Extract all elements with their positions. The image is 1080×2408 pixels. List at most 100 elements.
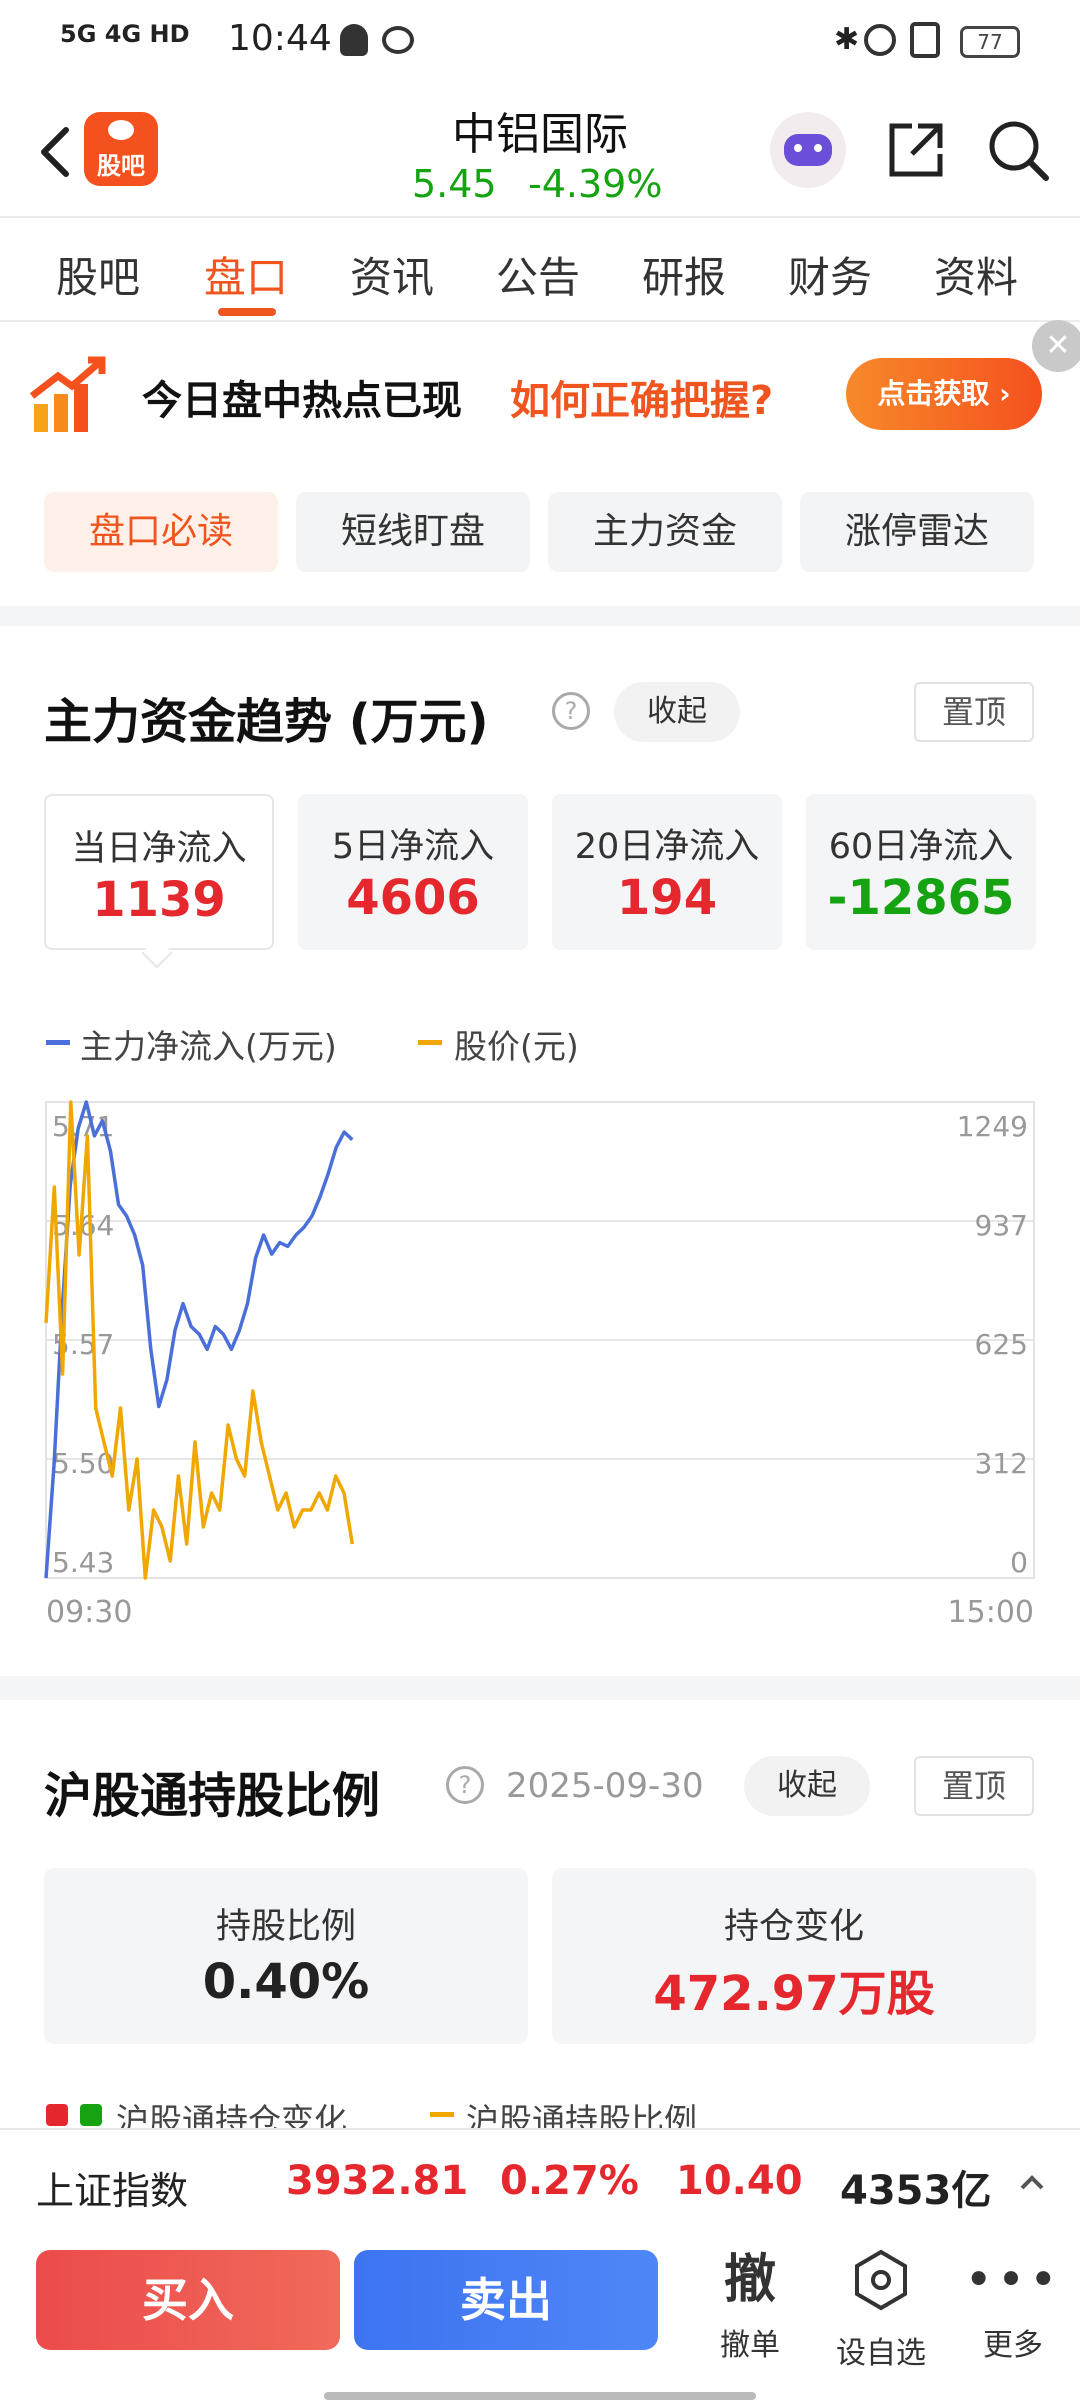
watchlist-hexagon-icon xyxy=(855,2249,907,2311)
capital-trend-title: 主力资金趋势 (万元) xyxy=(44,694,489,750)
legend-inflow-label: 主力净流入(万元) xyxy=(80,1027,337,1066)
right-axis-tick: 937 xyxy=(975,1209,1028,1242)
search-button[interactable] xyxy=(986,118,1050,182)
battery-icon: 77 xyxy=(960,26,1020,58)
help-icon[interactable]: ? xyxy=(552,692,590,730)
hsgt-legend-ratio-swatch xyxy=(430,2112,454,2117)
logo-bubble-icon xyxy=(108,120,134,140)
robot-eye-right xyxy=(814,144,822,152)
left-axis-tick: 5.43 xyxy=(52,1546,114,1579)
stock-price: 5.45 xyxy=(412,162,497,206)
hsgt-collapse-button[interactable]: 收起 xyxy=(744,1756,870,1816)
trade-bar: 买入 卖出 撤 撤单 设自选 ••• 更多 xyxy=(0,2232,1080,2408)
holding-ratio-box: 持股比例 0.40% xyxy=(44,1868,528,2044)
active-tab-indicator xyxy=(218,308,276,316)
legend-green-swatch xyxy=(80,2104,102,2126)
stock-header: 股吧 中铝国际 5.45 -4.39% xyxy=(0,84,1080,218)
logo-text: 股吧 xyxy=(97,152,145,180)
right-axis-tick: 1249 xyxy=(957,1110,1028,1143)
main-tabs: 股吧 盘口 资讯 公告 研报 财务 资料 xyxy=(0,218,1080,322)
stock-name: 中铝国际 xyxy=(452,109,628,160)
flow-box-5d[interactable]: 5日净流入 4606 xyxy=(298,794,528,950)
search-icon xyxy=(989,121,1049,181)
flow-value: 1139 xyxy=(92,872,226,928)
banner-highlight: 如何正确把握? xyxy=(510,378,774,424)
hsgt-pin-button[interactable]: 置顶 xyxy=(914,1756,1034,1816)
buy-button[interactable]: 买入 xyxy=(36,2250,340,2350)
holding-ratio-label: 持股比例 xyxy=(215,1907,356,1947)
hsgt-help-icon[interactable]: ? xyxy=(446,1766,484,1804)
position-change-label: 持仓变化 xyxy=(723,1907,864,1947)
subtab-short-term[interactable]: 短线盯盘 xyxy=(296,492,530,572)
sell-button[interactable]: 卖出 xyxy=(354,2250,658,2350)
cancel-order-icon: 撤 xyxy=(723,2250,776,2310)
legend-price-swatch xyxy=(418,1040,442,1045)
right-axis-tick: 0 xyxy=(1010,1546,1028,1579)
flow-value: 4606 xyxy=(346,870,480,926)
flow-label: 5日净流入 xyxy=(331,827,495,867)
index-ticker[interactable]: 上证指数 3932.81 0.27% 10.40 4353亿 xyxy=(0,2128,1080,2232)
guba-logo[interactable]: 股吧 xyxy=(84,112,158,186)
add-watchlist-label: 设自选 xyxy=(836,2336,926,2371)
index-price: 3932.81 xyxy=(286,2158,469,2204)
network-indicator: 5G 4G HD xyxy=(60,20,190,48)
flow-box-today[interactable]: 当日净流入 1139 xyxy=(44,794,274,950)
flow-box-20d[interactable]: 20日净流入 194 xyxy=(552,794,782,950)
flow-value: -12865 xyxy=(827,870,1015,926)
pin-top-button[interactable]: 置顶 xyxy=(914,682,1034,742)
index-change: 10.40 xyxy=(676,2158,803,2204)
flow-label: 20日净流入 xyxy=(574,827,760,867)
index-pct: 0.27% xyxy=(500,2158,639,2204)
share-icon xyxy=(889,123,943,177)
add-watchlist-button[interactable]: 设自选 xyxy=(826,2248,936,2372)
index-volume: 4353亿 xyxy=(840,2168,992,2214)
ai-assistant-avatar[interactable] xyxy=(770,112,846,188)
tab-guba[interactable]: 股吧 xyxy=(56,244,140,305)
collapse-button[interactable]: 收起 xyxy=(614,682,740,742)
banner-text: 今日盘中热点已现 xyxy=(142,378,462,424)
vibrate-icon xyxy=(910,22,940,58)
index-name: 上证指数 xyxy=(36,2169,189,2213)
hsgt-title: 沪股通持股比例 xyxy=(44,1768,381,1824)
banner-cta-button[interactable]: 点击获取 › xyxy=(846,358,1042,430)
bluetooth-icon: ✱ xyxy=(834,22,860,57)
robot-eye-left xyxy=(794,144,802,152)
hsgt-date: 2025-09-30 xyxy=(506,1766,704,1806)
x-axis-start-tick: 09:30 xyxy=(46,1595,132,1630)
tab-profile[interactable]: 资料 xyxy=(934,244,1018,305)
subtab-limit-up-radar[interactable]: 涨停雷达 xyxy=(800,492,1034,572)
flow-box-60d[interactable]: 60日净流入 -12865 xyxy=(806,794,1036,950)
stock-change-pct: -4.39% xyxy=(528,162,663,206)
tab-finance[interactable]: 财务 xyxy=(788,244,872,305)
home-indicator xyxy=(324,2392,756,2400)
promo-banner[interactable]: 今日盘中热点已现 如何正确把握? 点击获取 › ✕ xyxy=(0,320,1080,470)
capital-trend-chart: 5.715.645.575.505.431249937625312009:30 1… xyxy=(44,1100,1035,1630)
back-button[interactable] xyxy=(30,120,90,180)
flow-label: 当日净流入 xyxy=(71,829,247,869)
notification-icon xyxy=(340,24,368,56)
app-notification-icon xyxy=(382,26,414,54)
tab-news[interactable]: 资讯 xyxy=(350,244,434,305)
position-change-value: 472.97万股 xyxy=(653,1966,935,2022)
sub-tabs: 盘口必读 短线盯盘 主力资金 涨停雷达 xyxy=(0,470,1080,606)
flow-label: 60日净流入 xyxy=(828,827,1014,867)
more-label: 更多 xyxy=(983,2328,1043,2363)
right-axis-tick: 625 xyxy=(975,1328,1028,1361)
cancel-order-label: 撤单 xyxy=(720,2328,780,2363)
robot-icon xyxy=(784,134,832,166)
legend-price-label: 股价(元) xyxy=(454,1027,579,1066)
subtab-must-read[interactable]: 盘口必读 xyxy=(44,492,278,572)
cancel-order-button[interactable]: 撤 撤单 xyxy=(700,2248,800,2364)
rising-chart-icon xyxy=(29,356,106,432)
share-button[interactable] xyxy=(884,118,948,182)
status-bar: 5G 4G HD 10:44 ✱ 77 xyxy=(0,0,1080,84)
alarm-icon xyxy=(864,24,896,56)
subtab-main-capital[interactable]: 主力资金 xyxy=(548,492,782,572)
flow-value: 194 xyxy=(616,870,718,926)
tab-pankou[interactable]: 盘口 xyxy=(204,244,288,305)
more-button[interactable]: ••• 更多 xyxy=(960,2248,1066,2364)
tab-research[interactable]: 研报 xyxy=(642,244,726,305)
chevron-up-icon[interactable] xyxy=(1018,2168,1046,2196)
banner-close-icon[interactable]: ✕ xyxy=(1032,320,1080,372)
tab-announcements[interactable]: 公告 xyxy=(496,244,580,305)
